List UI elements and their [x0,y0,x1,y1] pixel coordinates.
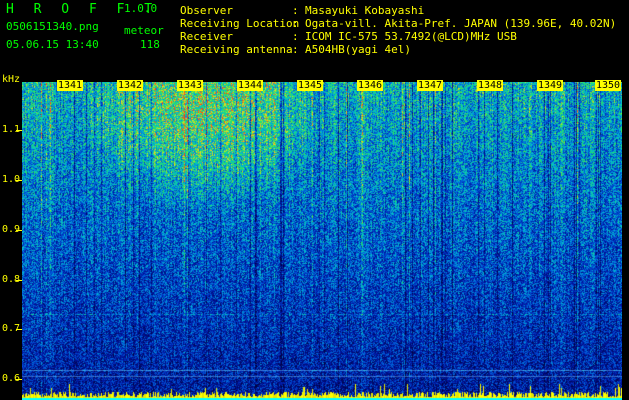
field-observer-value: Masayuki Kobayashi [305,4,425,17]
x-tick-label-1345: 1345 [297,80,324,91]
field-antenna-value: A504HB(yagi 4el) [305,43,411,56]
field-antenna-label: Receiving antenna [180,43,293,56]
field-observer-label: Observer [180,4,233,17]
x-tick-label-1341: 1341 [57,80,84,91]
field-receiver-label: Receiver [180,30,233,43]
x-tick-label-1349: 1349 [537,80,564,91]
field-colon-4: : [292,43,299,56]
app-version: 1.0.0 [124,2,158,15]
x-tick-label-1348: 1348 [477,80,504,91]
field-location-value: Ogata-vill. Akita-Pref. JAPAN (139.96E, … [305,17,617,30]
y-unit-label: kHz [2,74,21,85]
field-colon-2: : [292,17,299,30]
datetime-label: 05.06.15 13:40 [6,38,99,51]
x-tick-label-1346: 1346 [357,80,384,91]
x-tick-label-1350: 1350 [595,80,622,91]
x-tick-label-1344: 1344 [237,80,264,91]
x-tick-label-1347: 1347 [417,80,444,91]
field-colon-3: : [292,30,299,43]
x-tick-label-1343: 1343 [177,80,204,91]
field-receiver-value: ICOM IC-575 53.7492(@LCD)MHz USB [305,30,517,43]
x-tick-label-1342: 1342 [117,80,144,91]
filename-label: 0506151340.png [6,20,99,33]
spectrogram-canvas [22,82,622,400]
field-colon-1: : [292,4,299,17]
field-location-label: Receiving Location [180,17,300,30]
meteor-label: meteor [124,24,164,37]
meteor-count: 118 [140,38,160,51]
